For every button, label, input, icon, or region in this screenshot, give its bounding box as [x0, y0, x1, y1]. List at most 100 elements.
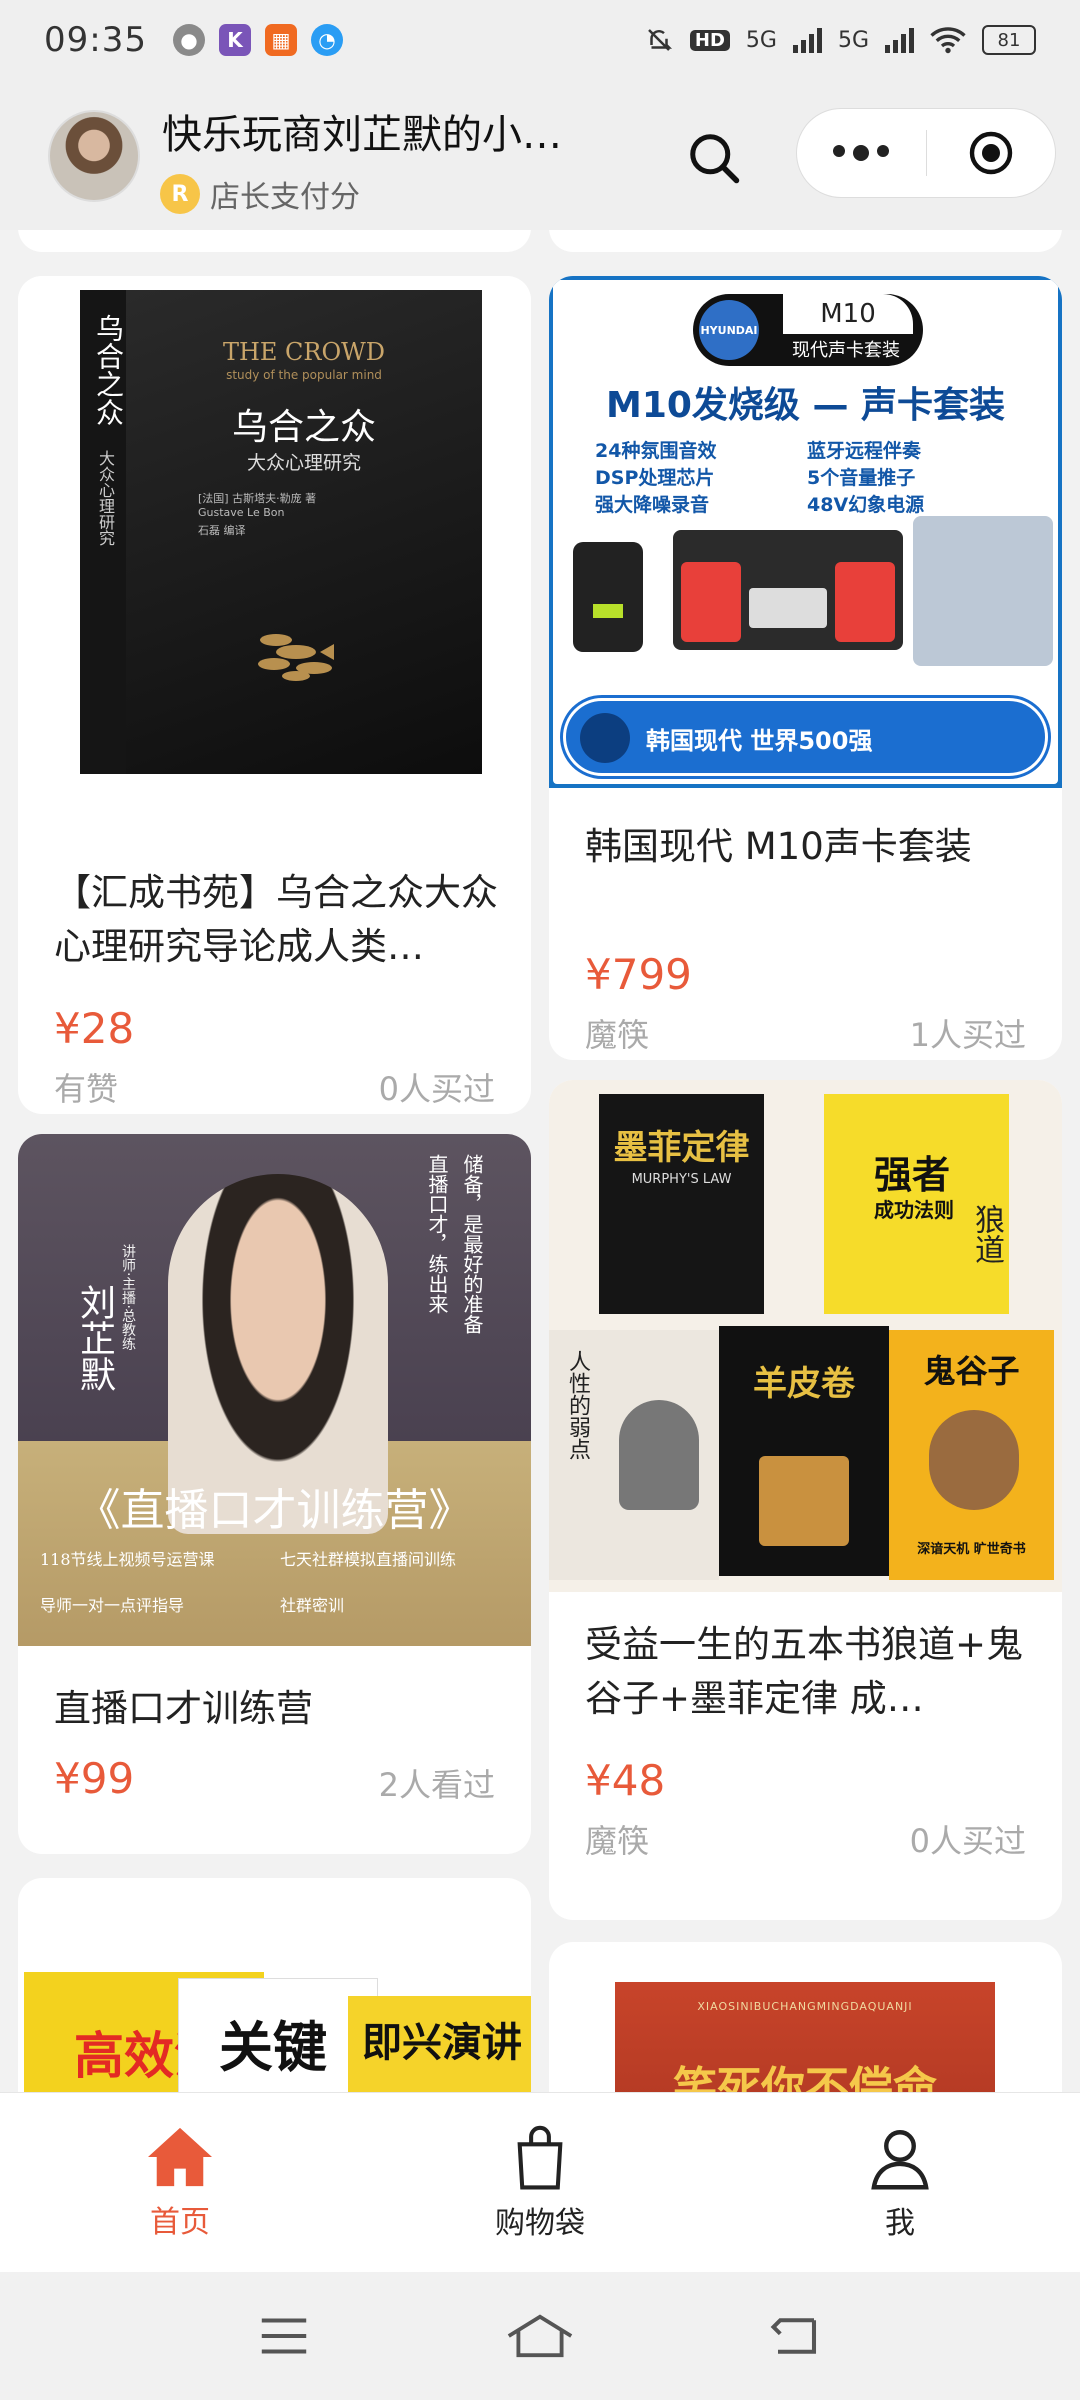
product-stat: 2人看过 [378, 1766, 495, 1804]
product-price: ¥48 [585, 1756, 666, 1805]
brand-logo: HYUNDAI [699, 300, 759, 360]
feature-item: DSP处理芯片 [595, 467, 715, 489]
book-guiguzi: 鬼谷子 深谙天机 旷世奇书 [889, 1330, 1054, 1580]
system-navigation-bar [0, 2272, 1080, 2400]
course-item: 七天社群模拟直播间训练 [280, 1550, 457, 1569]
product-seller: 有赞 [54, 1070, 119, 1108]
book-subtitle: 深谙天机 旷世奇书 [917, 1542, 1026, 1557]
cover-cn-subtitle: 大众心理研究 [246, 452, 361, 474]
book-subtitle: 成功法则 [874, 1198, 954, 1222]
shop-subtitle[interactable]: R 店长支付分 [160, 172, 360, 216]
bell-off-icon [648, 29, 672, 51]
battery-level: 81 [997, 29, 1021, 51]
tab-label: 我 [885, 2205, 915, 2241]
product-image: 墨菲定律 MURPHY'S LAW 强者 成功法则 狼道 人性的弱点 羊皮卷 鬼… [549, 1080, 1062, 1592]
feature-item: 24种氛围音效 [595, 440, 717, 462]
book-strong: 强者 成功法则 狼道 [824, 1094, 1009, 1314]
model-badge: HYUNDAI M10 现代声卡套装 [693, 294, 923, 366]
book-title: 强者 [874, 1153, 951, 1197]
product-card[interactable]: 墨菲定律 MURPHY'S LAW 强者 成功法则 狼道 人性的弱点 羊皮卷 鬼… [549, 1080, 1062, 1920]
book-title: 墨菲定律 [613, 1128, 750, 1168]
app-grid-icon: ▦ [264, 24, 297, 56]
cover-author: [法国] 古斯塔夫·勒庞 著 [198, 492, 317, 505]
home-button-icon[interactable] [504, 2312, 576, 2360]
carry-case [913, 516, 1053, 666]
cover-en-subtitle: study of the popular mind [226, 368, 382, 382]
home-icon [148, 2127, 212, 2186]
tab-shopping-bag[interactable]: 购物袋 [360, 2093, 720, 2272]
status-bar: 09:35 ● K ▦ ◔ HD 5G 5G 81 [0, 0, 1080, 80]
app-circle-icon: ◔ [310, 24, 343, 56]
product-card-partial[interactable]: 高效沟通 关键对话 即兴演讲 [18, 1878, 531, 2092]
book-title: 鬼谷子 [923, 1352, 1020, 1390]
search-icon[interactable] [684, 128, 744, 188]
close-program-icon[interactable] [926, 129, 1055, 177]
payscore-badge-icon: R [160, 174, 200, 214]
book-sheepskin: 羊皮卷 [719, 1326, 889, 1576]
notification-icons: ● K ▦ ◔ [172, 24, 343, 56]
battery-icon: 81 [982, 25, 1036, 55]
product-seller: 魔筷 [585, 1016, 650, 1054]
product-title: 直播口才训练营 [54, 1687, 313, 1730]
book-murphy: 墨菲定律 MURPHY'S LAW [599, 1094, 764, 1314]
shop-avatar[interactable] [48, 110, 140, 202]
feature-list-right: 蓝牙远程伴奏 5个音量推子 48V幻象电源 [807, 438, 924, 519]
mixer-device [673, 530, 903, 650]
course-headline: 《直播口才训练营》 [76, 1485, 473, 1536]
tab-label: 购物袋 [495, 2205, 585, 2241]
product-price: ¥799 [585, 950, 692, 999]
course-item: 118节线上视频号运营课 [40, 1550, 215, 1569]
model-sub: 现代声卡套装 [792, 340, 900, 361]
book-side-title: 狼道 [969, 1204, 1004, 1264]
product-card[interactable]: 乌合之众 大众心理研究 THE CROWD study of the popul… [18, 276, 531, 1114]
cover-cn-title: 乌合之众 [231, 407, 376, 448]
book-title: 人性的弱点 [565, 1350, 590, 1460]
wechat-icon: ● [172, 24, 205, 56]
book-title: 羊皮卷 [753, 1364, 855, 1404]
network-label-2: 5G [837, 27, 869, 53]
shop-subtitle-text: 店长支付分 [210, 180, 360, 215]
menu-icon[interactable] [257, 2316, 311, 2356]
product-stat: 1人买过 [909, 1016, 1026, 1054]
bag-icon [517, 2125, 563, 2189]
book-cover-partial-3: 即兴演讲 [348, 1996, 531, 2092]
partial-card-top-right[interactable] [549, 230, 1062, 252]
network-label: 5G [745, 27, 777, 53]
tab-home[interactable]: 首页 [0, 2093, 360, 2272]
slogan-1: 储备，是最好的准备 [460, 1154, 484, 1334]
product-image: HYUNDAI M10 现代声卡套装 M10发烧级 — 声卡套装 24种氛围音效… [549, 276, 1062, 788]
cover-footer-text: 韩国现代 世界500强 [646, 727, 873, 755]
back-icon[interactable] [769, 2313, 823, 2359]
cover-author-en: Gustave Le Bon [198, 506, 285, 519]
model-label: M10 [783, 294, 913, 334]
fish-illustration [258, 634, 334, 681]
partial-card-top-left[interactable] [18, 230, 531, 252]
feature-item: 48V幻象电源 [807, 494, 925, 516]
tab-label: 首页 [150, 2204, 210, 2240]
user-icon [871, 2129, 929, 2189]
more-options-icon[interactable] [797, 145, 926, 161]
product-seller: 魔筷 [585, 1822, 650, 1860]
feature-item: 5个音量推子 [807, 467, 916, 489]
tab-me[interactable]: 我 [720, 2093, 1080, 2272]
spine-subtitle: 大众心理研究 [96, 450, 115, 546]
capsule-menu [796, 108, 1056, 198]
product-image: 刘芷默 讲师·主播·总教练 储备，是最好的准备 直播口才，练出来 《直播口才训练… [18, 1134, 531, 1646]
microphone [573, 542, 643, 652]
course-item: 社群密训 [280, 1596, 345, 1615]
feature-item: 强大降噪录音 [595, 494, 710, 516]
shop-name[interactable]: 快乐玩商刘芷默的小… [162, 102, 622, 160]
product-card[interactable]: HYUNDAI M10 现代声卡套装 M10发烧级 — 声卡套装 24种氛围音效… [549, 276, 1062, 1060]
signal-icon-2 [885, 27, 914, 53]
product-card-partial[interactable]: XIAOSINIBUCHANGMINGDAQUANJI 笑死你不偿命 [549, 1942, 1062, 2092]
book-subtitle: MURPHY'S LAW [631, 1172, 732, 1187]
product-title: 韩国现代 M10声卡套装 [585, 825, 972, 868]
product-card[interactable]: 刘芷默 讲师·主播·总教练 储备，是最好的准备 直播口才，练出来 《直播口才训练… [18, 1134, 531, 1854]
book-title: 即兴演讲 [362, 2020, 522, 2066]
feature-list-left: 24种氛围音效 DSP处理芯片 强大降噪录音 [595, 438, 716, 519]
signal-icon [792, 27, 822, 53]
product-stat: 0人买过 [909, 1822, 1026, 1860]
mini-program-header: 快乐玩商刘芷默的小… R 店长支付分 [0, 80, 1080, 230]
book-cover-partial: XIAOSINIBUCHANGMINGDAQUANJI 笑死你不偿命 [615, 1982, 995, 2092]
slogan-2: 直播口才，练出来 [425, 1154, 449, 1314]
